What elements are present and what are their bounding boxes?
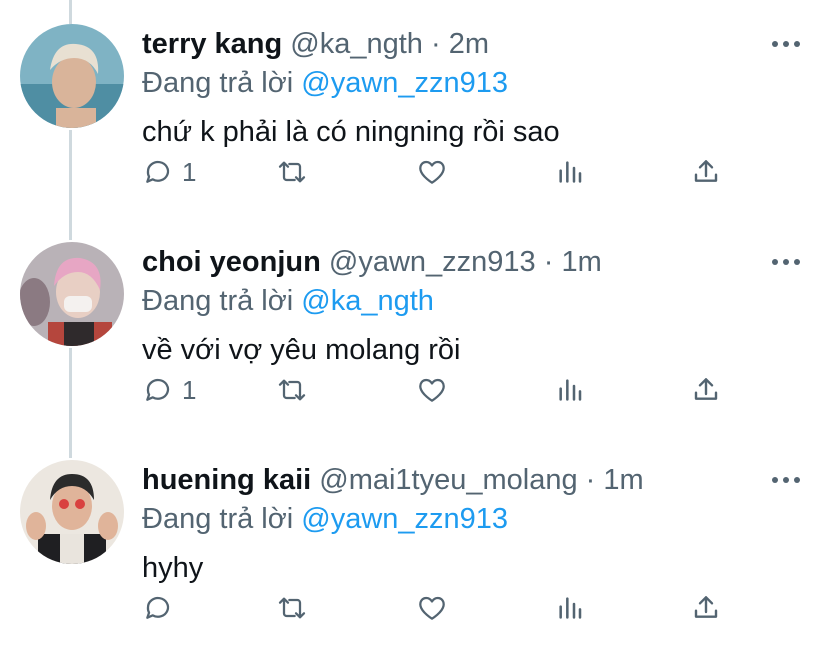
tweet-actions [142,588,742,628]
replying-to-label: Đang trả lời [142,285,294,317]
share-icon [694,596,718,618]
tweet[interactable]: huening kaii @mai1tyeu_molang · 1m Đang … [0,436,828,654]
retweet-button[interactable] [276,152,308,192]
avatar[interactable] [20,460,124,564]
tweet-text: chứ k phải là có ningning rồi sao [142,116,560,148]
share-button[interactable] [690,588,722,628]
reply-count: 1 [182,156,197,187]
retweet-button[interactable] [276,588,308,628]
user-handle[interactable]: @mai1tyeu_molang [319,464,577,496]
replying-to-line: Đang trả lời @yawn_zzn913 [142,64,508,102]
analytics-icon [559,379,582,401]
separator-dot: · [431,28,441,60]
tweet[interactable]: choi yeonjun @yawn_zzn913 · 1m Đang trả … [0,218,828,436]
analytics-icon [559,597,582,619]
retweet-icon [278,597,306,619]
like-button[interactable] [416,152,448,192]
reply-count: 1 [182,374,197,405]
mention-link[interactable]: @ka_ngth [301,285,434,317]
mention-link[interactable]: @yawn_zzn913 [301,67,508,99]
reply-button[interactable] [142,588,182,628]
more-options-icon[interactable] [772,466,800,494]
reply-button[interactable]: 1 [142,370,196,410]
share-icon [694,160,718,182]
retweet-icon [278,161,306,183]
reply-button[interactable]: 1 [142,152,196,192]
reply-icon [146,596,170,619]
tweet-header: terry kang @ka_ngth · 2m [142,24,758,64]
avatar-image [20,242,124,346]
timestamp[interactable]: 1m [561,246,601,278]
user-handle[interactable]: @yawn_zzn913 [329,246,536,278]
replying-to-line: Đang trả lời @ka_ngth [142,282,434,320]
display-name[interactable]: terry kang [142,28,282,60]
tweet-actions: 1 [142,370,742,410]
replying-to-line: Đang trả lời @yawn_zzn913 [142,500,508,538]
timestamp[interactable]: 2m [449,28,489,60]
tweet[interactable]: terry kang @ka_ngth · 2m Đang trả lời @y… [0,0,828,218]
timestamp[interactable]: 1m [603,464,643,496]
analytics-icon [559,161,582,183]
mention-link[interactable]: @yawn_zzn913 [301,503,508,535]
reply-icon [146,378,170,401]
display-name[interactable]: choi yeonjun [142,246,321,278]
tweet-header: choi yeonjun @yawn_zzn913 · 1m [142,242,758,282]
tweet-text: về với vợ yêu molang rồi [142,334,461,366]
reply-icon [146,160,170,183]
share-icon [694,378,718,400]
like-button[interactable] [416,588,448,628]
tweet-header: huening kaii @mai1tyeu_molang · 1m [142,460,758,500]
user-handle[interactable]: @ka_ngth [290,28,423,60]
avatar[interactable] [20,24,124,128]
analytics-button[interactable] [554,588,586,628]
analytics-button[interactable] [554,370,586,410]
tweet-actions: 1 [142,152,742,192]
avatar-image [20,460,124,564]
separator-dot: · [585,464,596,496]
avatar-image [20,24,124,128]
share-button[interactable] [690,152,722,192]
share-button[interactable] [690,370,722,410]
tweet-text: hyhy [142,552,204,584]
more-options-icon[interactable] [772,248,800,276]
more-options-icon[interactable] [772,30,800,58]
analytics-button[interactable] [554,152,586,192]
heart-icon [419,378,445,402]
retweet-button[interactable] [276,370,308,410]
display-name[interactable]: huening kaii [142,464,311,496]
retweet-icon [278,379,306,401]
heart-icon [419,596,445,620]
heart-icon [419,160,445,184]
separator-dot: · [543,246,554,278]
replying-to-label: Đang trả lời [142,503,294,535]
like-button[interactable] [416,370,448,410]
replying-to-label: Đang trả lời [142,67,294,99]
avatar[interactable] [20,242,124,346]
